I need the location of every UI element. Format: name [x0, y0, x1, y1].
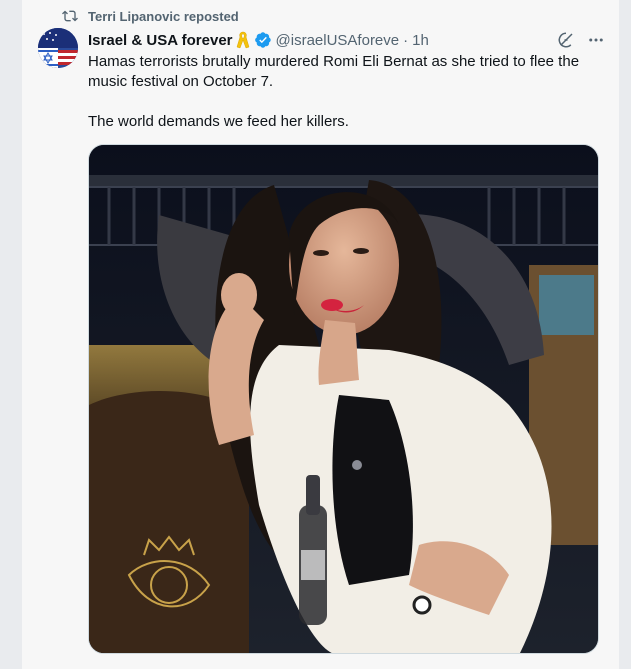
page-gutter-left — [0, 0, 22, 669]
repost-label: Terri Lipanovic reposted — [88, 8, 239, 24]
tweet-photo[interactable] — [88, 144, 599, 654]
tweet-text: Hamas terrorists brutally murdered Romi … — [88, 52, 608, 152]
tweet-header: Israel & USA forever @israelUSAforeve · … — [88, 30, 605, 50]
author-display-name[interactable]: Israel & USA forever — [88, 32, 233, 49]
repost-context[interactable]: Terri Lipanovic reposted — [62, 8, 239, 24]
tweet-paragraph: Hamas terrorists brutally murdered Romi … — [88, 53, 580, 90]
page-gutter-right — [619, 0, 631, 669]
verified-badge-icon[interactable] — [254, 31, 272, 49]
timestamp[interactable]: 1h — [412, 32, 429, 49]
grok-icon[interactable] — [557, 31, 575, 49]
author-handle[interactable]: @israelUSAforeve — [276, 32, 400, 49]
tweet-paragraph: The world demands we feed her killers. — [88, 113, 349, 130]
photo-image — [89, 145, 598, 653]
more-options-icon[interactable] — [587, 31, 605, 49]
avatar-image — [38, 28, 78, 68]
yellow-ribbon-icon — [236, 31, 249, 49]
tweet-card[interactable]: Terri Lipanovic reposted Israel & USA fo… — [22, 0, 619, 669]
avatar[interactable] — [38, 28, 78, 68]
separator-dot: · — [403, 31, 409, 49]
repost-icon — [62, 10, 78, 22]
